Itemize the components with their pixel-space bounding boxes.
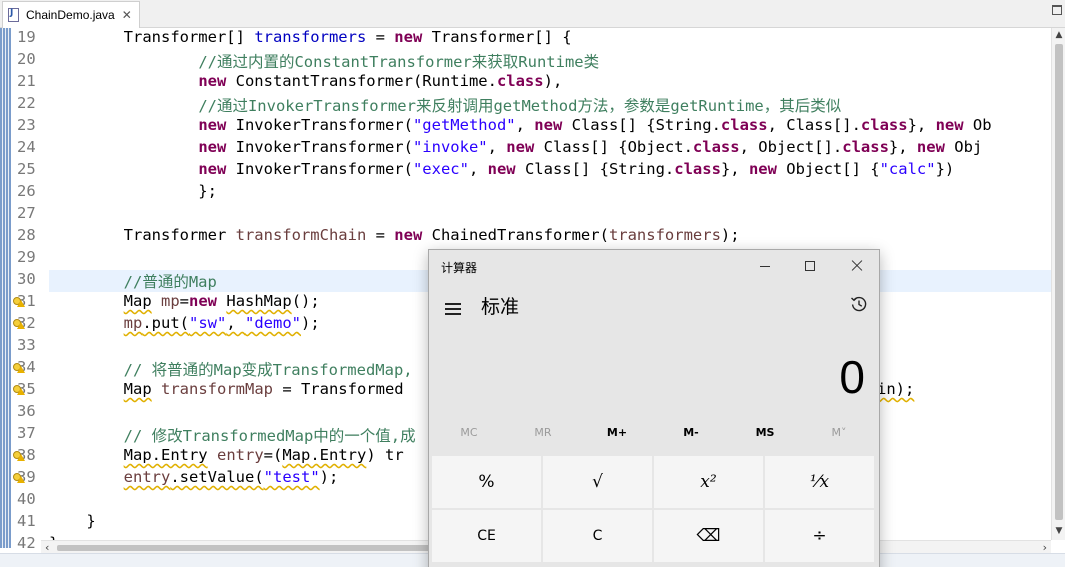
line-number: 29 (17, 248, 36, 266)
line-number: 22 (17, 94, 36, 112)
code-line-37: // 修改TransformedMap中的一个值,成 (123, 427, 416, 445)
memory-clear-button[interactable]: MC (432, 426, 506, 448)
square-button[interactable]: x² (654, 456, 763, 508)
code-line-35: Map transformMap = Transformed (123, 380, 404, 398)
line-number: 36 (17, 402, 36, 420)
maximize-icon (805, 261, 815, 271)
code-line-20: //通过内置的ConstantTransformer来获取Runtime类 (198, 53, 600, 71)
calculator-display: 0 (839, 351, 865, 403)
code-line-23: new InvokerTransformer("getMethod", new … (198, 116, 992, 134)
code-line-39: entry.setValue("test"); (123, 468, 339, 486)
calculator-window[interactable]: 计算器 标准 0 MC MR M+ M- MS M˅ % √ x² ⅟x CE … (428, 249, 880, 567)
code-line-38: Map.Entry entry=(Map.Entry) tr (123, 446, 404, 464)
memory-list-button[interactable]: M˅ (802, 426, 876, 448)
memory-store-button[interactable]: MS (728, 426, 802, 448)
line-number: 25 (17, 160, 36, 178)
line-number: 24 (17, 138, 36, 156)
scroll-down-icon[interactable]: ▼ (1053, 526, 1065, 538)
calculator-mode-title: 标准 (481, 296, 520, 318)
editor-tab-bar: J ChainDemo.java ✕ (0, 0, 1065, 28)
code-line-31: Map mp=new HashMap(); (123, 292, 320, 310)
square-root-button[interactable]: √ (543, 456, 652, 508)
code-line-30: //普通的Map (123, 273, 217, 291)
line-number: 37 (17, 424, 36, 442)
reciprocal-button[interactable]: ⅟x (765, 456, 874, 508)
line-number: 30 (17, 270, 36, 288)
code-line-28: Transformer transformChain = new Chained… (49, 226, 740, 244)
tab-chaindemo-java[interactable]: J ChainDemo.java ✕ (2, 1, 140, 28)
code-line-26: }; (49, 182, 217, 200)
warning-marker-icon[interactable] (13, 385, 25, 395)
warning-marker-icon[interactable] (13, 297, 25, 307)
line-number: 21 (17, 72, 36, 90)
code-line-35-tail: in); (877, 380, 915, 398)
memory-add-button[interactable]: M+ (580, 426, 654, 448)
tab-title: ChainDemo.java (26, 8, 115, 22)
overview-ruler (0, 28, 11, 548)
line-number: 41 (17, 512, 36, 530)
minimize-button[interactable] (742, 250, 788, 282)
line-number: 33 (17, 336, 36, 354)
vertical-scroll-thumb[interactable] (1055, 44, 1063, 520)
line-number: 23 (17, 116, 36, 134)
clear-entry-button[interactable]: CE (432, 510, 541, 562)
horizontal-scroll-thumb[interactable] (57, 545, 437, 551)
warning-marker-icon[interactable] (13, 473, 25, 483)
code-line-25: new InvokerTransformer("exec", new Class… (198, 160, 955, 178)
minimize-icon (760, 266, 770, 267)
line-number: 40 (17, 490, 36, 508)
memory-recall-button[interactable]: MR (506, 426, 580, 448)
calculator-title: 计算器 (441, 261, 478, 275)
code-line-21: new ConstantTransformer(Runtime.class), (198, 72, 563, 90)
close-tab-icon[interactable]: ✕ (122, 8, 132, 22)
line-number: 20 (17, 50, 36, 68)
history-icon[interactable] (850, 295, 868, 313)
percent-button[interactable]: % (432, 456, 541, 508)
code-line-34: // 将普通的Map变成TransformedMap, (123, 361, 413, 379)
maximize-editor-icon[interactable] (1052, 5, 1062, 15)
code-line-19: Transformer[] transformers = new Transfo… (49, 28, 572, 46)
line-number: 26 (17, 182, 36, 200)
line-number: 28 (17, 226, 36, 244)
warning-marker-icon[interactable] (13, 451, 25, 461)
memory-subtract-button[interactable]: M- (654, 426, 728, 448)
divide-button[interactable]: ÷ (765, 510, 874, 562)
code-line-41: } (49, 512, 96, 530)
warning-marker-icon[interactable] (13, 363, 25, 373)
clear-button[interactable]: C (543, 510, 652, 562)
code-line-32: mp.put("sw", "demo"); (123, 314, 320, 332)
vertical-scrollbar[interactable]: ▲ ▼ (1051, 28, 1065, 540)
scroll-up-icon[interactable]: ▲ (1053, 30, 1065, 42)
calculator-titlebar[interactable]: 计算器 (429, 250, 879, 282)
line-number: 19 (17, 28, 36, 46)
code-line-22: //通过InvokerTransformer来反射调用getMethod方法，参… (198, 97, 842, 115)
code-line-24: new InvokerTransformer("invoke", new Cla… (198, 138, 983, 156)
close-button[interactable] (834, 250, 879, 282)
java-file-icon: J (7, 7, 21, 23)
line-number: 27 (17, 204, 36, 222)
maximize-button[interactable] (788, 250, 834, 282)
warning-marker-icon[interactable] (13, 319, 25, 329)
line-number-gutter: 19 20 21 22 23 24 25 26 27 28 29 30 31 32 33 34 35 36 37 38… (11, 28, 41, 552)
backspace-button[interactable]: ⌫ (654, 510, 763, 562)
hamburger-menu-icon[interactable] (445, 302, 463, 316)
